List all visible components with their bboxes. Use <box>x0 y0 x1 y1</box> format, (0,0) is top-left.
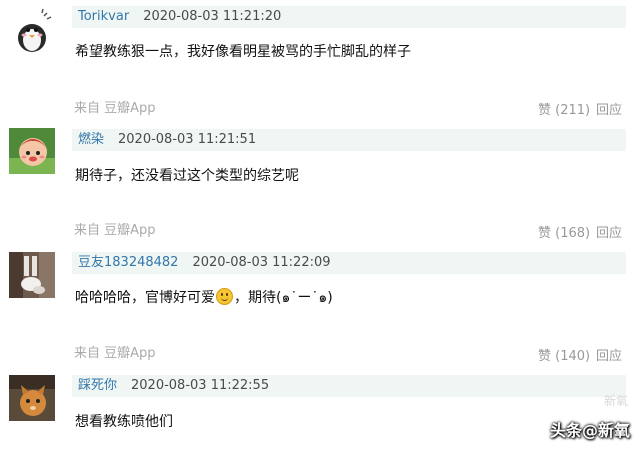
comment-time: 2020-08-03 11:22:09 <box>192 255 331 270</box>
username-link[interactable]: 豆友183248482 <box>78 255 178 270</box>
comment-text: 期待子，还没看过这个类型的综艺呢 <box>75 168 299 184</box>
vote-button[interactable]: 赞 (211) <box>538 102 590 120</box>
comment-time: 2020-08-03 11:21:20 <box>143 9 282 24</box>
comment-time: 2020-08-03 11:21:51 <box>118 132 257 147</box>
comment-text: 希望教练狠一点，我好像看明星被骂的手忙脚乱的样子 <box>75 44 411 60</box>
comment-header: 踩死你 2020-08-03 11:22:55 <box>72 375 626 397</box>
comment-header: 豆友183248482 2020-08-03 11:22:09 <box>72 252 626 274</box>
comment-header: 燃染 2020-08-03 11:21:51 <box>72 129 626 151</box>
vote-button[interactable]: 赞 (168) <box>538 225 590 243</box>
comment-source: 来自 豆瓣App <box>74 346 156 361</box>
reply-button[interactable]: 回应 <box>596 348 622 366</box>
vote-button[interactable]: 赞 (140) <box>538 348 590 366</box>
avatar[interactable] <box>9 252 55 298</box>
smile-emoji-icon <box>216 288 233 305</box>
reply-button[interactable]: 回应 <box>596 225 622 243</box>
username-link[interactable]: Torikvar <box>78 9 129 24</box>
comment-text-before-emoji: 哈哈哈哈，官博好可爱 <box>75 290 215 306</box>
watermark-logo: 头条@新氧 <box>549 421 630 440</box>
comment-source: 来自 豆瓣App <box>74 101 156 116</box>
comment-header: Torikvar 2020-08-03 11:21:20 <box>72 6 626 28</box>
comment-text: 想看教练喷他们 <box>75 414 173 430</box>
comment-source: 来自 豆瓣App <box>74 223 156 238</box>
avatar[interactable] <box>9 8 55 54</box>
avatar[interactable] <box>9 128 55 174</box>
avatar[interactable] <box>9 375 55 421</box>
watermark-top: 新氧 <box>603 394 628 408</box>
comment-text: 哈哈哈哈，官博好可爱 ，期待(๑˙ー˙๑) <box>75 288 333 308</box>
username-link[interactable]: 踩死你 <box>78 378 117 393</box>
reply-button[interactable]: 回应 <box>596 102 622 120</box>
username-link[interactable]: 燃染 <box>78 132 104 147</box>
comment-time: 2020-08-03 11:22:55 <box>131 378 270 393</box>
comment-text-after-emoji: ，期待(๑˙ー˙๑) <box>234 290 333 306</box>
